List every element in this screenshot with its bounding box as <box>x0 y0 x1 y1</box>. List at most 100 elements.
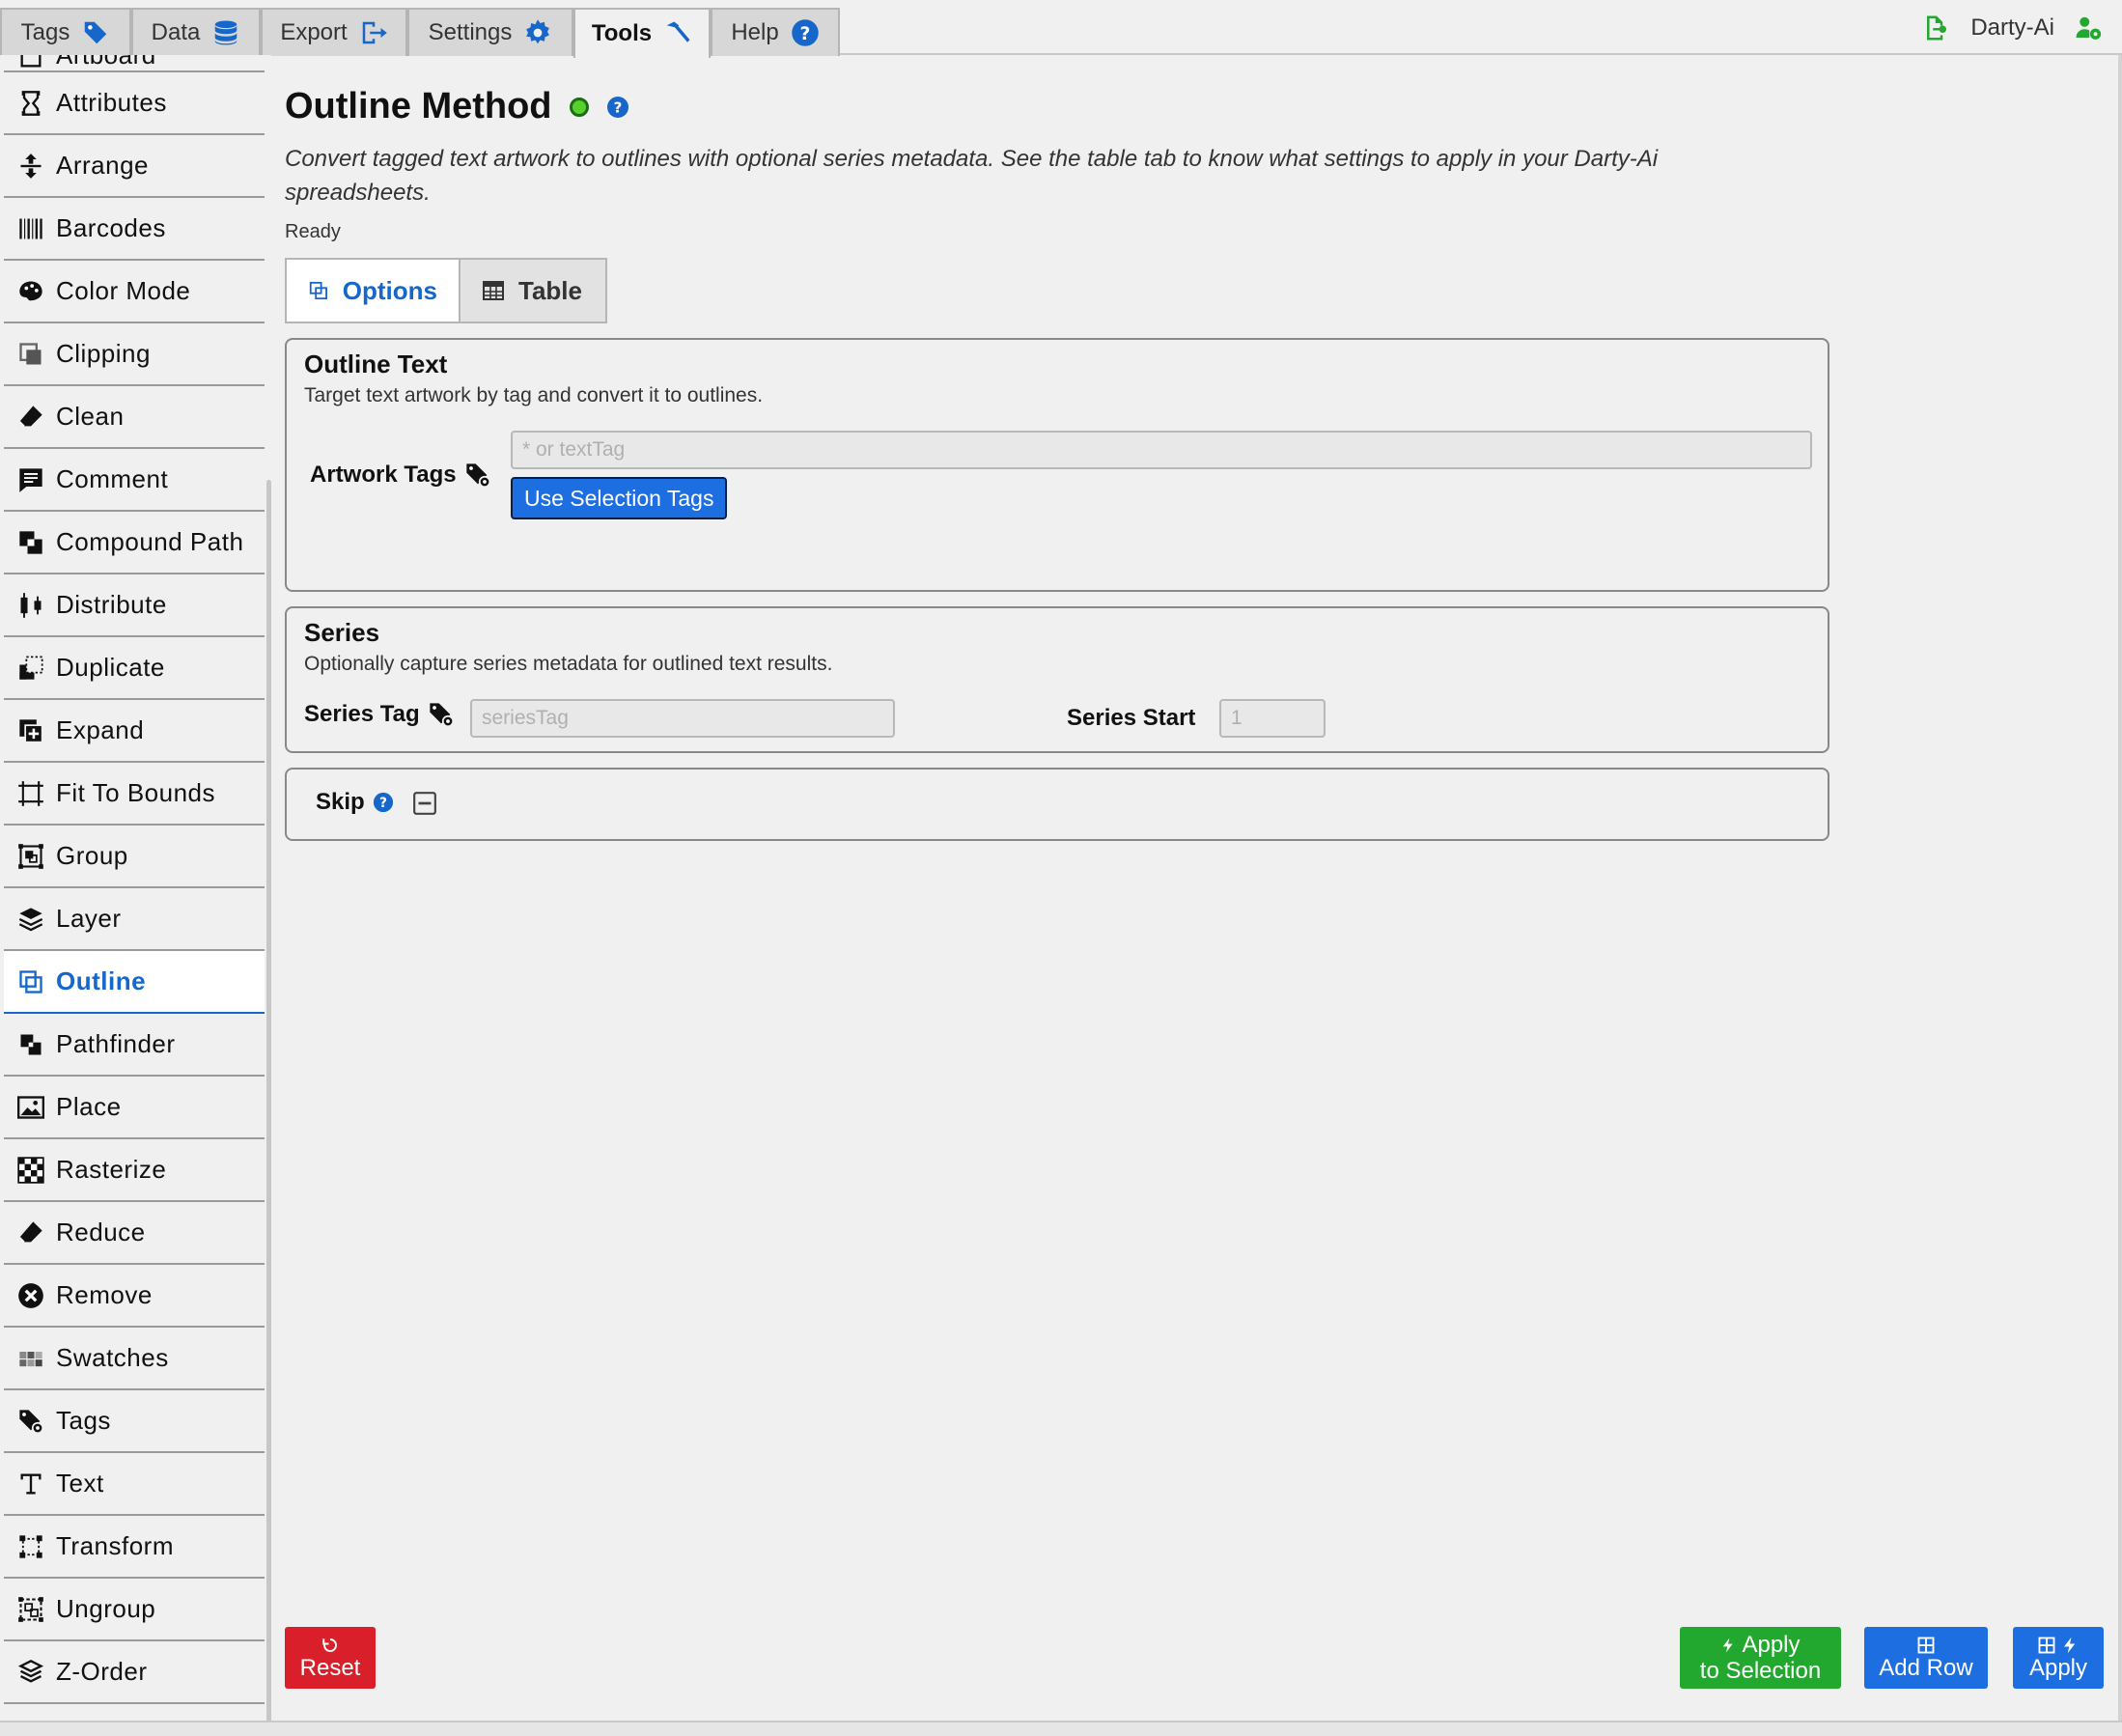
series-start-input[interactable] <box>1219 699 1326 738</box>
collapse-icon[interactable] <box>412 791 437 816</box>
sidebar-item-rasterize[interactable]: Rasterize <box>4 1139 265 1202</box>
sidebar-item-distribute[interactable]: Distribute <box>4 574 265 637</box>
sidebar-item-tags[interactable]: Tags <box>4 1390 265 1453</box>
sidebar-item-duplicate[interactable]: Duplicate <box>4 637 265 700</box>
tab-help[interactable]: Help ? <box>711 8 840 56</box>
sidebar-item-remove[interactable]: Remove <box>4 1265 265 1328</box>
tab-options[interactable]: Options <box>287 260 461 322</box>
bolt-icon <box>1723 1638 1734 1652</box>
bottom-strip <box>0 1722 2122 1736</box>
fit-to-bounds-icon <box>18 780 43 806</box>
sidebar-item-attributes[interactable]: Attributes <box>4 72 265 135</box>
svg-text:?: ? <box>799 24 810 44</box>
logout-icon[interactable] <box>1922 14 1951 42</box>
duplicate-icon <box>19 655 43 680</box>
sidebar-item-label: Swatches <box>56 1343 169 1372</box>
sidebar-item-ungroup[interactable]: Ungroup <box>4 1579 265 1641</box>
help-icon: ? <box>791 19 819 46</box>
sidebar: Artboard Attributes Arrange Barcodes Col… <box>0 55 271 1721</box>
sidebar-item-label: Compound Path <box>56 527 244 556</box>
sidebar-item-comment[interactable]: Comment <box>4 449 265 512</box>
sidebar-item-outline[interactable]: Outline <box>4 951 265 1014</box>
gear-icon <box>526 19 550 44</box>
field-label-text: Skip <box>316 789 365 815</box>
sidebar-item-clipping[interactable]: Clipping <box>4 323 265 386</box>
sub-tabs: Options Table <box>285 258 607 323</box>
tags-icon <box>465 463 490 489</box>
tags-icon <box>429 703 454 728</box>
help-icon[interactable]: ? <box>373 792 394 813</box>
tab-tags[interactable]: Tags <box>0 8 131 56</box>
sidebar-item-place[interactable]: Place <box>4 1077 265 1139</box>
sidebar-item-expand[interactable]: Expand <box>4 700 265 763</box>
tab-tools[interactable]: Tools <box>573 8 711 58</box>
sidebar-item-artboard[interactable]: Artboard <box>4 55 265 72</box>
section-description: Optionally capture series metadata for o… <box>304 653 833 675</box>
sidebar-item-clean[interactable]: Clean <box>4 386 265 449</box>
sidebar-item-layer[interactable]: Layer <box>4 888 265 951</box>
field-label-text: Artwork Tags <box>310 462 457 488</box>
sidebar-item-label: Ungroup <box>56 1594 156 1623</box>
help-icon[interactable]: ? <box>606 96 629 119</box>
outline-icon <box>309 281 327 300</box>
main-panel: Outline Method ? Convert tagged text art… <box>271 55 2118 1721</box>
page-title: Outline Method ? <box>285 86 629 127</box>
sidebar-item-group[interactable]: Group <box>4 826 265 888</box>
sidebar-item-text[interactable]: Text <box>4 1453 265 1516</box>
hammer-icon <box>666 21 690 42</box>
tags-icon <box>19 1409 44 1434</box>
status-indicator <box>569 97 589 117</box>
z-order-icon <box>17 1659 44 1683</box>
sidebar-item-compound-path[interactable]: Compound Path <box>4 512 265 574</box>
sidebar-item-fit-to-bounds[interactable]: Fit To Bounds <box>4 763 265 826</box>
sidebar-item-label: Transform <box>56 1531 174 1560</box>
sidebar-item-reduce[interactable]: Reduce <box>4 1202 265 1265</box>
sidebar-item-label: Rasterize <box>56 1155 167 1184</box>
sidebar-item-arrange[interactable]: Arrange <box>4 135 265 198</box>
sidebar-item-label: Expand <box>56 715 145 744</box>
apply-to-selection-button[interactable]: Apply to Selection <box>1680 1627 1841 1689</box>
series-start-label: Series Start <box>1067 705 1195 732</box>
sidebar-item-barcodes[interactable]: Barcodes <box>4 198 265 261</box>
use-selection-tags-button[interactable]: Use Selection Tags <box>511 477 728 519</box>
tab-export[interactable]: Export <box>261 8 407 56</box>
reset-icon <box>321 1636 339 1655</box>
reset-button[interactable]: Reset <box>285 1627 376 1689</box>
expand-icon <box>19 718 43 743</box>
palette-icon <box>19 281 42 300</box>
tab-settings[interactable]: Settings <box>407 8 573 56</box>
outline-icon <box>19 969 42 994</box>
tab-data[interactable]: Data <box>131 8 261 56</box>
sidebar-item-label: Comment <box>56 464 169 493</box>
user-settings-icon[interactable] <box>2074 14 2103 42</box>
table-add-icon <box>2038 1637 2055 1653</box>
tab-table[interactable]: Table <box>461 260 605 322</box>
series-tag-input[interactable] <box>470 699 895 738</box>
apply-icons <box>2038 1636 2079 1655</box>
tag-icon <box>85 21 107 44</box>
table-icon <box>483 281 504 300</box>
skip-section: Skip ? <box>285 768 1829 841</box>
page-title-text: Outline Method <box>285 86 552 126</box>
sidebar-item-label: Reduce <box>56 1218 146 1246</box>
clipping-icon <box>19 342 42 364</box>
status-text: Ready <box>285 221 341 242</box>
sidebar-item-color-mode[interactable]: Color Mode <box>4 261 265 323</box>
tab-label: Tags <box>20 19 70 45</box>
apply-button[interactable]: Apply <box>2013 1627 2104 1689</box>
tab-label: Table <box>518 275 582 305</box>
tab-label: Tools <box>591 20 653 46</box>
sidebar-item-label: Clean <box>56 402 125 431</box>
sidebar-item-swatches[interactable]: Swatches <box>4 1328 265 1390</box>
sidebar-item-transform[interactable]: Transform <box>4 1516 265 1579</box>
sidebar-list: Artboard Attributes Arrange Barcodes Col… <box>4 55 265 1704</box>
sidebar-item-label: Remove <box>56 1280 153 1309</box>
bolt-icon <box>2064 1637 2076 1653</box>
artwork-tags-input[interactable] <box>511 431 1812 469</box>
sidebar-item-pathfinder[interactable]: Pathfinder <box>4 1014 265 1077</box>
ungroup-icon <box>18 1596 43 1622</box>
series-section: Series Optionally capture series metadat… <box>285 606 1829 753</box>
sidebar-item-z-order[interactable]: Z-Order <box>4 1641 265 1704</box>
add-row-button[interactable]: Add Row <box>1864 1627 1988 1689</box>
sidebar-item-label: Tags <box>56 1406 111 1435</box>
